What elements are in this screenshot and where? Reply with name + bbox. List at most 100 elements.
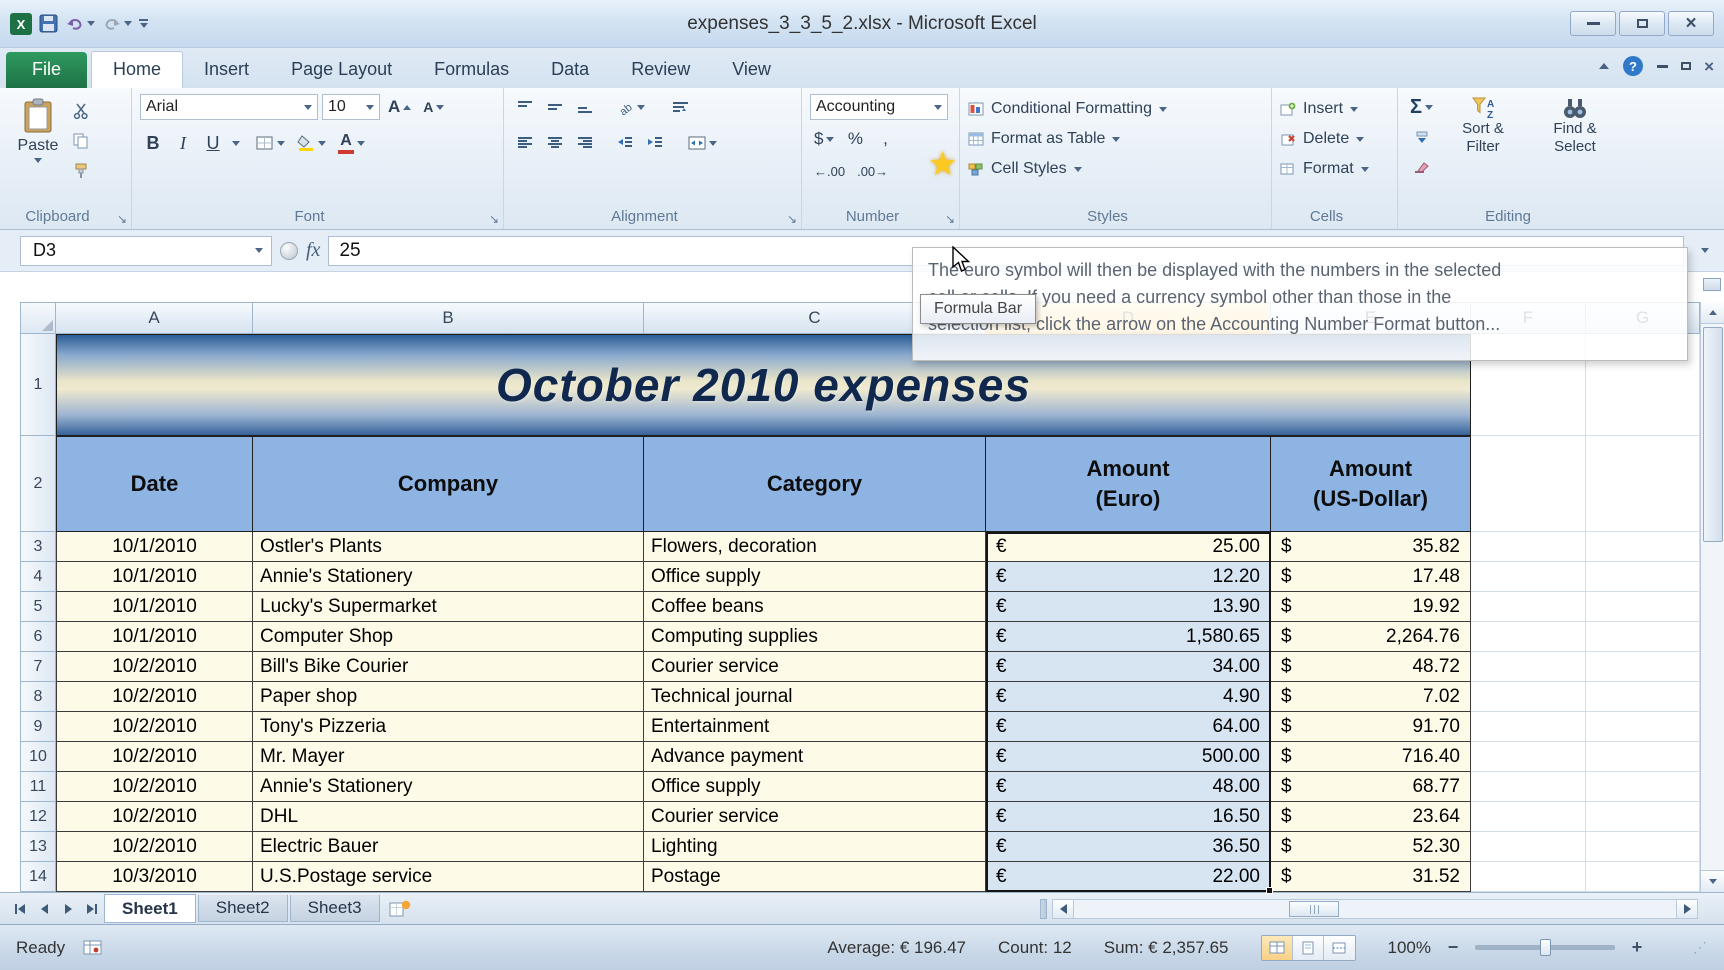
fill-button[interactable] <box>1406 124 1437 150</box>
shrink-font-button[interactable]: A <box>419 94 448 120</box>
format-cells-button[interactable]: Format <box>1280 154 1391 184</box>
font-size-select[interactable]: 10 <box>322 94 380 120</box>
accounting-format-button[interactable]: $ <box>810 126 838 152</box>
insert-worksheet-button[interactable] <box>382 895 418 922</box>
cell-A10[interactable]: 10/2/2010 <box>56 742 253 772</box>
sheet-tab-sheet3[interactable]: Sheet3 <box>289 895 380 922</box>
cell-C13[interactable]: Lighting <box>644 832 986 862</box>
cell-A12[interactable]: 10/2/2010 <box>56 802 253 832</box>
name-box-dropdown-icon[interactable] <box>255 248 263 253</box>
align-top-button[interactable] <box>512 94 538 120</box>
cell-D13[interactable]: €36.50 <box>986 832 1271 862</box>
align-bottom-button[interactable] <box>572 94 598 120</box>
cell-E10[interactable]: $716.40 <box>1271 742 1471 772</box>
cell-E12[interactable]: $23.64 <box>1271 802 1471 832</box>
cell-D8[interactable]: €4.90 <box>986 682 1271 712</box>
merge-center-button[interactable] <box>684 130 721 156</box>
row-header-14[interactable]: 14 <box>20 862 56 892</box>
cell-C2[interactable]: Category <box>644 436 986 532</box>
cell-A9[interactable]: 10/2/2010 <box>56 712 253 742</box>
vertical-scrollbar[interactable] <box>1700 302 1724 892</box>
tab-file[interactable]: File <box>6 52 88 88</box>
tab-page-layout[interactable]: Page Layout <box>270 52 413 88</box>
cell-B6[interactable]: Computer Shop <box>253 622 644 652</box>
redo-button[interactable] <box>102 11 132 37</box>
cell-G5[interactable] <box>1586 592 1700 622</box>
sheet-tab-sheet2[interactable]: Sheet2 <box>197 895 288 922</box>
expand-formula-bar-button[interactable] <box>1692 236 1718 266</box>
minimize-button[interactable] <box>1570 11 1616 36</box>
tab-data[interactable]: Data <box>530 52 610 88</box>
horizontal-scroll-track[interactable] <box>1074 899 1676 919</box>
font-dialog-launcher[interactable]: ↘ <box>489 212 499 226</box>
borders-button[interactable] <box>252 130 289 156</box>
conditional-formatting-button[interactable]: Conditional Formatting <box>968 94 1265 124</box>
cell-C8[interactable]: Technical journal <box>644 682 986 712</box>
number-dialog-launcher[interactable]: ↘ <box>945 212 955 226</box>
cell-G11[interactable] <box>1586 772 1700 802</box>
cell-B2[interactable]: Company <box>253 436 644 532</box>
cell-A4[interactable]: 10/1/2010 <box>56 562 253 592</box>
tab-formulas[interactable]: Formulas <box>413 52 530 88</box>
cell-D10[interactable]: €500.00 <box>986 742 1271 772</box>
cell-G4[interactable] <box>1586 562 1700 592</box>
font-color-button[interactable]: A <box>334 130 369 156</box>
cell-F14[interactable] <box>1471 862 1586 892</box>
number-format-select[interactable]: Accounting <box>810 94 948 120</box>
alignment-dialog-launcher[interactable]: ↘ <box>787 212 797 226</box>
row-header-6[interactable]: 6 <box>20 622 56 652</box>
cell-A6[interactable]: 10/1/2010 <box>56 622 253 652</box>
cell-F12[interactable] <box>1471 802 1586 832</box>
cell-C10[interactable]: Advance payment <box>644 742 986 772</box>
cell-E7[interactable]: $48.72 <box>1271 652 1471 682</box>
row-header-9[interactable]: 9 <box>20 712 56 742</box>
cell-A2[interactable]: Date <box>56 436 253 532</box>
cell-B12[interactable]: DHL <box>253 802 644 832</box>
cell-F7[interactable] <box>1471 652 1586 682</box>
cell-F10[interactable] <box>1471 742 1586 772</box>
cell-D12[interactable]: €16.50 <box>986 802 1271 832</box>
undo-dropdown-icon[interactable] <box>87 21 95 26</box>
cell-B3[interactable]: Ostler's Plants <box>253 532 644 562</box>
normal-view-button[interactable] <box>1261 935 1293 960</box>
cell-G14[interactable] <box>1586 862 1700 892</box>
cell-C11[interactable]: Office supply <box>644 772 986 802</box>
align-left-button[interactable] <box>512 130 538 156</box>
cell-B13[interactable]: Electric Bauer <box>253 832 644 862</box>
format-painter-button[interactable] <box>68 158 94 184</box>
cell-E5[interactable]: $19.92 <box>1271 592 1471 622</box>
cell-E8[interactable]: $7.02 <box>1271 682 1471 712</box>
cell-B4[interactable]: Annie's Stationery <box>253 562 644 592</box>
zoom-out-button[interactable]: − <box>1443 937 1463 958</box>
page-layout-view-button[interactable] <box>1292 935 1324 960</box>
cell-D3[interactable]: €25.00 <box>986 532 1271 562</box>
row-header-11[interactable]: 11 <box>20 772 56 802</box>
row-header-3[interactable]: 3 <box>20 532 56 562</box>
scroll-down-button[interactable] <box>1700 870 1724 892</box>
row-header-4[interactable]: 4 <box>20 562 56 592</box>
select-all-corner[interactable] <box>20 302 56 334</box>
clear-button[interactable] <box>1406 154 1437 180</box>
cut-button[interactable] <box>68 98 94 124</box>
orientation-button[interactable]: ab <box>612 94 649 120</box>
page-break-view-button[interactable] <box>1323 935 1355 960</box>
help-button[interactable]: ? <box>1622 55 1644 77</box>
cell-D4[interactable]: €12.20 <box>986 562 1271 592</box>
zoom-slider[interactable] <box>1475 939 1615 956</box>
prev-sheet-button[interactable] <box>32 897 56 921</box>
cell-E2[interactable]: Amount (US-Dollar) <box>1271 436 1471 532</box>
cell-D9[interactable]: €64.00 <box>986 712 1271 742</box>
paste-dropdown-icon[interactable] <box>34 158 42 163</box>
cell-C5[interactable]: Coffee beans <box>644 592 986 622</box>
cell-B10[interactable]: Mr. Mayer <box>253 742 644 772</box>
next-sheet-button[interactable] <box>56 897 80 921</box>
comma-style-button[interactable]: , <box>872 126 898 152</box>
resize-grip-icon[interactable]: ⋰ <box>1693 939 1708 956</box>
cell-C14[interactable]: Postage <box>644 862 986 892</box>
cell-F3[interactable] <box>1471 532 1586 562</box>
cell-G8[interactable] <box>1586 682 1700 712</box>
row-header-5[interactable]: 5 <box>20 592 56 622</box>
scroll-right-button[interactable] <box>1676 899 1698 919</box>
row-header-13[interactable]: 13 <box>20 832 56 862</box>
insert-cells-button[interactable]: Insert <box>1280 94 1391 124</box>
